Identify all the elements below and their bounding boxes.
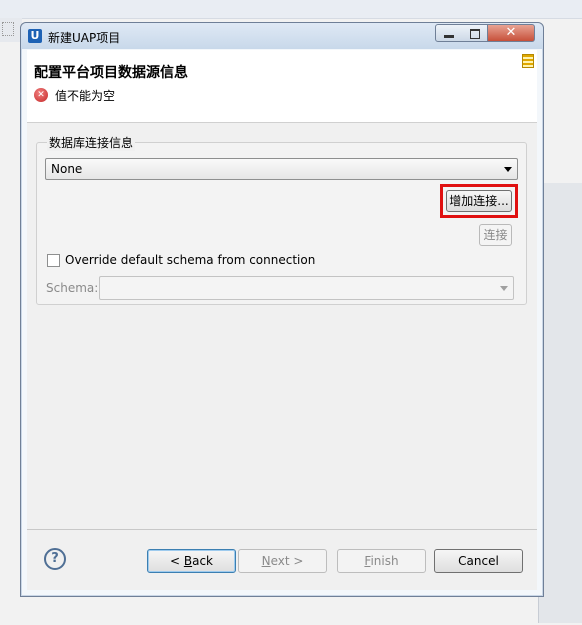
- wizard-footer: ? < Back Next > Finish Cancel: [27, 530, 537, 590]
- error-message: 值不能为空: [55, 89, 116, 103]
- schema-select[interactable]: [99, 276, 514, 300]
- group-label: 数据库连接信息: [47, 134, 136, 151]
- maximize-icon: [470, 29, 480, 39]
- minimize-button[interactable]: [435, 24, 462, 42]
- background-right-panel: [538, 183, 582, 623]
- back-prefix: <: [169, 554, 184, 568]
- app-icon: U: [28, 29, 42, 43]
- back-mnemonic: B: [183, 554, 193, 568]
- connect-button[interactable]: 连接: [479, 224, 512, 246]
- error-icon: ✕: [34, 88, 48, 102]
- dropdown-arrow-icon: [500, 286, 508, 291]
- override-schema-label[interactable]: Override default schema from connection: [65, 253, 315, 267]
- wizard-content: 数据库连接信息 None 增加连接... 连接 Override default…: [27, 123, 537, 530]
- close-icon: ✕: [505, 25, 517, 40]
- help-icon[interactable]: ?: [44, 548, 66, 570]
- highlight-box: [440, 184, 518, 218]
- next-button[interactable]: Next >: [238, 549, 327, 573]
- override-schema-checkbox[interactable]: [47, 254, 60, 267]
- wizard-banner-icon: [522, 54, 534, 68]
- minimize-icon: [444, 35, 454, 38]
- wizard-header: 配置平台项目数据源信息 ✕ 值不能为空: [27, 50, 537, 123]
- dropdown-arrow-icon: [504, 167, 512, 172]
- next-mnemonic: N: [261, 554, 271, 568]
- background-left-strip: [0, 18, 22, 42]
- next-rest: ext >: [270, 554, 304, 568]
- new-uap-project-dialog: U 新建UAP项目 ✕ 配置平台项目数据源信息 ✕ 值不能为空 数据库连接信息 …: [20, 22, 544, 597]
- background-toolbar: [0, 0, 582, 19]
- finish-button[interactable]: Finish: [337, 549, 426, 573]
- back-rest: ack: [192, 554, 213, 568]
- connection-select[interactable]: None: [45, 158, 518, 180]
- maximize-button[interactable]: [461, 24, 488, 42]
- connection-select-value: None: [51, 162, 83, 176]
- schema-label: Schema:: [46, 281, 99, 295]
- background-toolbar-icon: [2, 22, 14, 36]
- window-title: 新建UAP项目: [48, 31, 121, 45]
- page-title: 配置平台项目数据源信息: [34, 65, 188, 81]
- cancel-button[interactable]: Cancel: [434, 549, 523, 573]
- title-bar[interactable]: U 新建UAP项目 ✕: [21, 23, 543, 49]
- back-button[interactable]: < Back: [147, 549, 236, 573]
- close-button[interactable]: ✕: [488, 24, 535, 42]
- db-connection-group: 数据库连接信息 None 增加连接... 连接 Override default…: [36, 134, 527, 305]
- finish-rest: inish: [370, 554, 399, 568]
